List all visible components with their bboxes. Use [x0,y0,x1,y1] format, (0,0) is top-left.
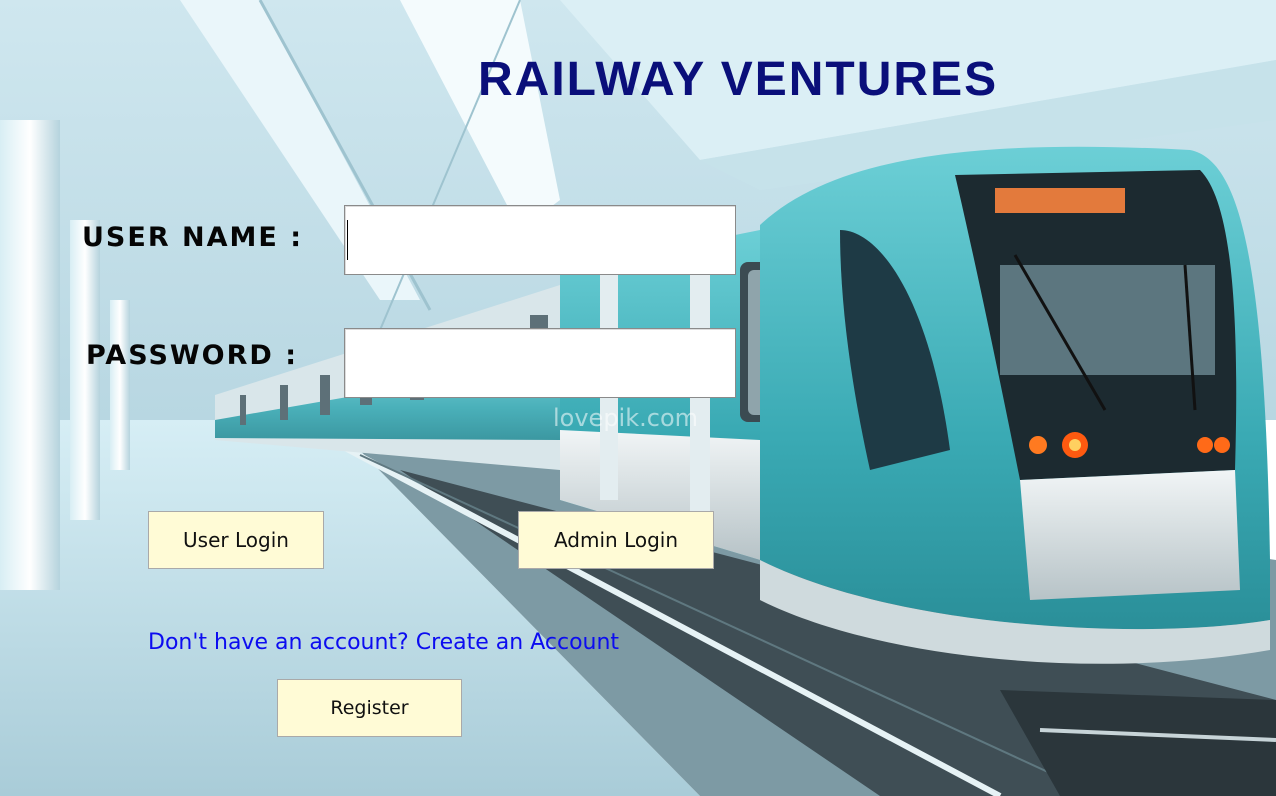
text-cursor [347,220,348,260]
password-input[interactable] [344,328,736,398]
background-image [0,0,1276,796]
user-login-button[interactable]: User Login [148,511,324,569]
admin-login-button[interactable]: Admin Login [518,511,714,569]
password-label: PASSWORD : [86,340,299,371]
create-account-link[interactable]: Don't have an account? Create an Account [148,630,619,655]
watermark-text: lovepik.com [553,404,699,432]
app-title: RAILWAY VENTURES [478,53,999,106]
username-label: USER NAME : [82,222,304,253]
username-input[interactable] [344,205,736,275]
register-button[interactable]: Register [277,679,462,737]
